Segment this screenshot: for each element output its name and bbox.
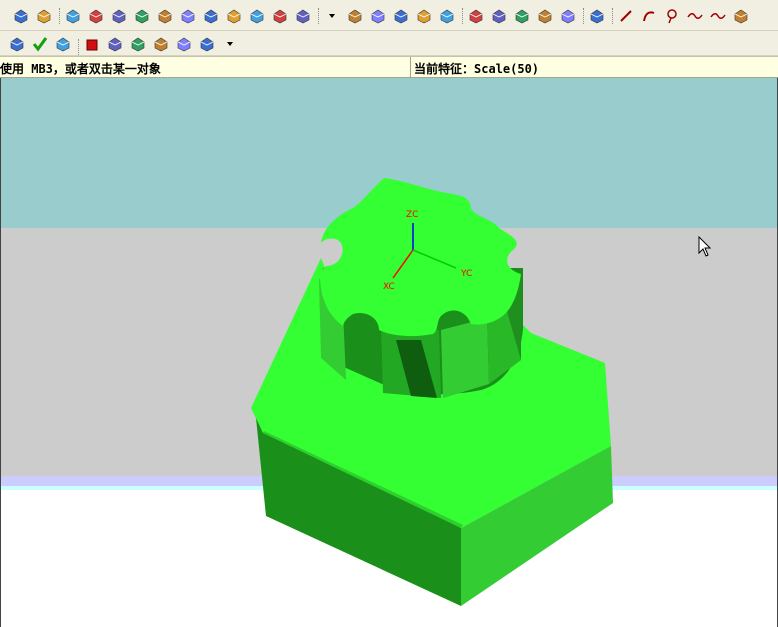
- box-icon[interactable]: [225, 7, 243, 25]
- datum-icon[interactable]: [8, 35, 26, 53]
- sphere-icon[interactable]: [35, 7, 53, 25]
- secondary-toolbar: [0, 31, 778, 56]
- scale-icon[interactable]: [152, 35, 170, 53]
- tube-icon[interactable]: [179, 7, 197, 25]
- toolbar-separator: [612, 8, 613, 24]
- graphics-viewport[interactable]: ZC XC YC: [0, 78, 778, 627]
- draft-icon[interactable]: [438, 7, 456, 25]
- edit-icon[interactable]: [175, 35, 193, 53]
- mold-icon[interactable]: [106, 35, 124, 53]
- status-bar: 使用 MB3，或者双击某一对象 当前特征：Scale(50): [0, 56, 778, 78]
- transform-icon[interactable]: [198, 35, 216, 53]
- spline-icon[interactable]: [686, 7, 704, 25]
- zc-label: ZC: [406, 210, 418, 220]
- color-icon[interactable]: [588, 7, 606, 25]
- chamfer-icon[interactable]: [415, 7, 433, 25]
- sheet-icon[interactable]: [346, 7, 364, 25]
- circle-icon[interactable]: [663, 7, 681, 25]
- model-scene[interactable]: ZC XC YC: [1, 78, 778, 627]
- revolve-icon[interactable]: [110, 7, 128, 25]
- trim-icon[interactable]: [536, 7, 554, 25]
- status-divider: [410, 57, 411, 77]
- main-toolbar: [0, 0, 778, 31]
- face-icon[interactable]: [271, 7, 289, 25]
- sweep-face-icon[interactable]: [369, 7, 387, 25]
- mouse-cursor-icon: [698, 236, 712, 257]
- block-icon[interactable]: [64, 7, 82, 25]
- sketch-icon[interactable]: [732, 7, 750, 25]
- toolbar-separator: [318, 8, 319, 24]
- swept-icon[interactable]: [133, 7, 151, 25]
- plane-icon[interactable]: [294, 7, 312, 25]
- toolbar-separator: [462, 8, 463, 24]
- mirror-icon[interactable]: [513, 7, 531, 25]
- cylinder-icon[interactable]: [156, 7, 174, 25]
- toolbar-separator: [583, 8, 584, 24]
- sew-icon[interactable]: [559, 7, 577, 25]
- table-icon[interactable]: [54, 35, 72, 53]
- toolbar-separator: [59, 8, 60, 24]
- dropdown-icon[interactable]: [221, 35, 239, 53]
- check-icon[interactable]: [31, 35, 49, 53]
- line-icon[interactable]: [617, 7, 635, 25]
- cube-red-icon[interactable]: [83, 35, 101, 53]
- curve-icon[interactable]: [709, 7, 727, 25]
- extrude-icon[interactable]: [87, 7, 105, 25]
- blend-icon[interactable]: [392, 7, 410, 25]
- status-prompt: 使用 MB3，或者双击某一对象: [0, 62, 161, 76]
- toolbar-separator: [78, 39, 79, 55]
- slab-icon[interactable]: [202, 7, 220, 25]
- current-feature: 当前特征：Scale(50): [414, 62, 540, 76]
- move-icon[interactable]: [129, 35, 147, 53]
- xc-label: XC: [383, 282, 395, 292]
- yc-label: YC: [460, 269, 472, 279]
- pattern-icon[interactable]: [467, 7, 485, 25]
- shell-icon[interactable]: [248, 7, 266, 25]
- arc-icon[interactable]: [640, 7, 658, 25]
- more-arrows-icon[interactable]: [323, 7, 341, 25]
- offset-face-icon[interactable]: [490, 7, 508, 25]
- point-cloud-icon[interactable]: [12, 7, 30, 25]
